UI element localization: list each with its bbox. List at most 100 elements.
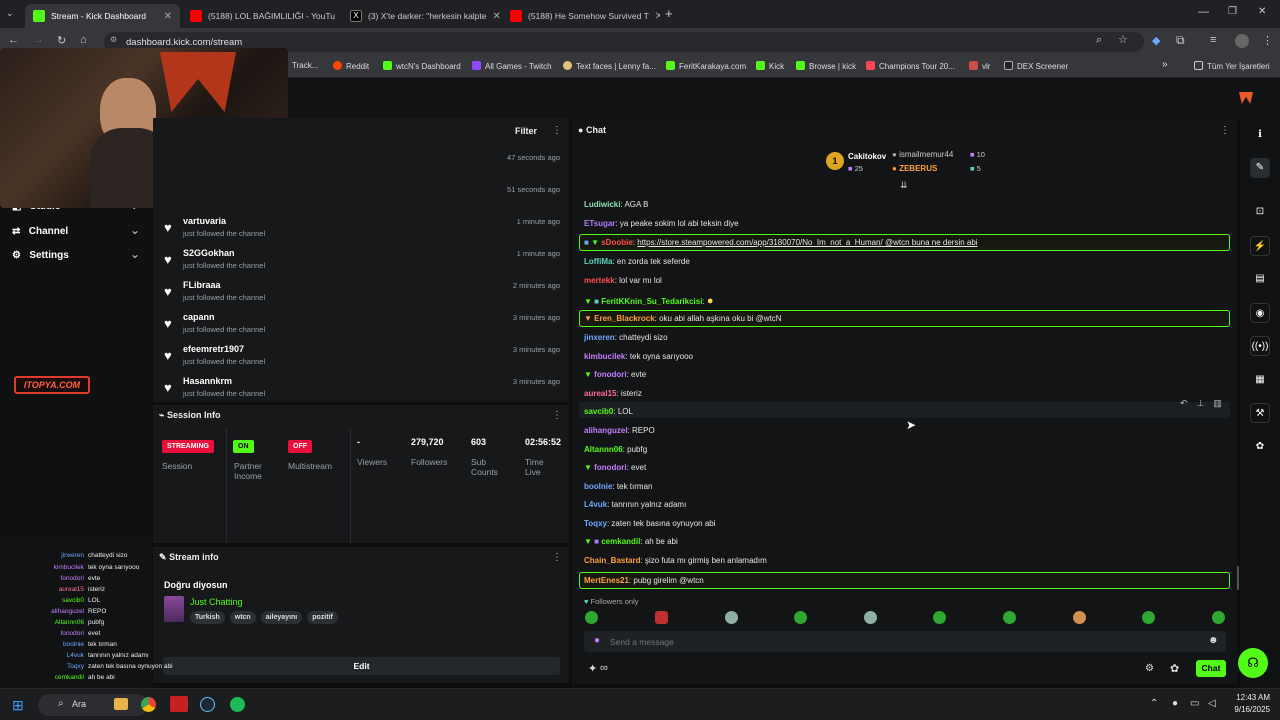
- bookmark-wtcn-dashboard[interactable]: wtcN's Dashboard: [383, 61, 461, 71]
- chat-username[interactable]: sDoobie: [601, 238, 633, 247]
- clipboard-icon[interactable]: ▤: [1250, 269, 1270, 289]
- microphone-tray-icon[interactable]: ●: [1172, 698, 1178, 709]
- nav-channel[interactable]: ⇄ Channel: [12, 226, 68, 237]
- steam-icon[interactable]: [200, 697, 215, 712]
- nav-settings[interactable]: ⚙ Settings: [12, 250, 69, 261]
- filter-button[interactable]: Filter: [515, 126, 537, 136]
- activity-username[interactable]: FLibraaa: [183, 280, 221, 290]
- chat-username[interactable]: MertEnes21: [584, 576, 629, 585]
- close-icon[interactable]: ✕: [158, 11, 172, 22]
- group-icon[interactable]: ✿: [1250, 437, 1270, 457]
- bookmark-champions-tour[interactable]: Champions Tour 20...: [866, 61, 955, 71]
- chevron-down-icon[interactable]: ⌄: [130, 247, 140, 261]
- bookmark-vlr[interactable]: vlr: [969, 61, 990, 71]
- emote-icon[interactable]: [1003, 611, 1016, 624]
- app-icon[interactable]: [170, 696, 188, 712]
- emote-icon[interactable]: [1142, 611, 1155, 624]
- activity-username[interactable]: capann: [183, 312, 215, 322]
- bookmark-browse-kick[interactable]: Browse | kick: [796, 61, 856, 71]
- windows-start-icon[interactable]: ⊞: [12, 697, 24, 714]
- tag[interactable]: aileyayını: [260, 611, 303, 624]
- tag[interactable]: pozitif: [307, 611, 338, 624]
- clock-date[interactable]: 9/16/2025: [1230, 705, 1270, 714]
- tab-kick-dashboard[interactable]: Stream - Kick Dashboard ✕: [25, 4, 180, 28]
- bookmark-dex-screener[interactable]: DEX Screener: [1004, 61, 1068, 71]
- spotify-icon[interactable]: [230, 697, 245, 712]
- volume-icon[interactable]: ◁: [1208, 698, 1216, 709]
- minimize-icon[interactable]: —: [1198, 6, 1209, 18]
- emote-icon[interactable]: [585, 611, 598, 624]
- category-link[interactable]: Just Chatting: [190, 597, 243, 607]
- menu-icon[interactable]: ⋮: [1262, 34, 1273, 47]
- tab-x[interactable]: X (3) X'te darker: "herkesin kalpte ✕: [342, 4, 500, 28]
- more-icon[interactable]: ⋮: [552, 552, 562, 563]
- chat-username[interactable]: kimbucilek: [584, 352, 625, 361]
- forward-icon[interactable]: →: [33, 34, 44, 46]
- more-icon[interactable]: ⋮: [552, 125, 562, 136]
- info-icon[interactable]: ℹ: [1250, 125, 1270, 145]
- chat-username[interactable]: jinxeren: [584, 333, 615, 342]
- bolt-icon[interactable]: ⚡: [1250, 236, 1270, 256]
- more-icon[interactable]: ⋮: [1220, 125, 1230, 136]
- chat-scrollbar[interactable]: [1237, 566, 1239, 590]
- chat-username[interactable]: savcib0: [584, 407, 613, 416]
- leaderboard-user[interactable]: ● ZEBERUS: [892, 164, 937, 173]
- monitor-icon[interactable]: ▭: [1190, 698, 1199, 709]
- multistream-status[interactable]: OFF: [288, 437, 312, 453]
- edit-icon[interactable]: ✎: [1250, 158, 1270, 178]
- chat-username[interactable]: FeritKKnin_Su_Tedarikcisi: [601, 297, 702, 306]
- emote-icon[interactable]: [655, 611, 668, 624]
- users-icon[interactable]: ✿: [1170, 662, 1179, 675]
- close-icon[interactable]: ✕: [649, 11, 660, 22]
- site-info-icon[interactable]: ⚙: [110, 35, 117, 44]
- infinity-icon[interactable]: ∞: [600, 662, 608, 674]
- layout-icon[interactable]: ▦: [1250, 370, 1270, 390]
- trash-icon[interactable]: ▥: [1213, 398, 1222, 409]
- back-icon[interactable]: ←: [8, 34, 19, 46]
- bookmark-feritkarakaya[interactable]: FeritKarakaya.com: [666, 61, 746, 71]
- puzzle-icon[interactable]: ⧉: [1176, 33, 1185, 48]
- chat-username[interactable]: ETsugar: [584, 219, 615, 228]
- tab-youtube-2[interactable]: (5188) He Somehow Survived T ✕: [502, 4, 660, 28]
- star-icon[interactable]: ☆: [1118, 33, 1128, 46]
- activity-username[interactable]: S2GGokhan: [183, 248, 235, 258]
- chat-username[interactable]: Ludiwicki: [584, 200, 620, 209]
- more-bookmarks-icon[interactable]: »: [1162, 59, 1168, 70]
- emote-icon[interactable]: [1212, 611, 1225, 624]
- tab-youtube-1[interactable]: (5188) LOL BAĞIMLILIĞI - YouTu ✕: [182, 4, 340, 28]
- tag[interactable]: Turkish: [190, 611, 225, 624]
- emote-icon[interactable]: [933, 611, 946, 624]
- bookmark-reddit[interactable]: Reddit: [333, 61, 369, 71]
- reload-icon[interactable]: ↻: [57, 34, 66, 47]
- chat-username[interactable]: Chain_Bastard: [584, 556, 640, 565]
- chat-username[interactable]: LoffiMa: [584, 257, 612, 266]
- help-chat-icon[interactable]: ☊: [1238, 648, 1268, 678]
- emote-icon[interactable]: [725, 611, 738, 624]
- chat-username[interactable]: Eren_Blackrock: [594, 314, 654, 323]
- tab-list-icon[interactable]: ⌄: [6, 8, 14, 19]
- chat-username[interactable]: fonodori: [594, 370, 626, 379]
- tray-chevron-icon[interactable]: ⌃: [1150, 698, 1158, 709]
- focus-icon[interactable]: ⊡: [1250, 202, 1270, 222]
- profile-avatar[interactable]: [1235, 34, 1249, 48]
- clock-time[interactable]: 12:43 AM: [1230, 693, 1270, 702]
- bookmark-lenny[interactable]: Text faces | Lenny fa...: [563, 61, 656, 71]
- emoji-icon[interactable]: ☻: [1208, 635, 1219, 646]
- activity-username[interactable]: Hasannkrm: [183, 376, 232, 386]
- taskbar-search[interactable]: ⌕ Ara: [38, 694, 148, 716]
- window-close-icon[interactable]: ✕: [1258, 6, 1266, 17]
- pin-icon[interactable]: ⊥: [1197, 398, 1205, 409]
- chat-link[interactable]: https://store.steampowered.com/app/31800…: [637, 238, 977, 247]
- activity-username[interactable]: vartuvaria: [183, 216, 226, 226]
- bits-icon[interactable]: ✦: [588, 662, 597, 675]
- chat-message-input[interactable]: [610, 634, 1190, 649]
- chat-username[interactable]: alihanguzel: [584, 426, 628, 435]
- close-icon[interactable]: ✕: [487, 11, 501, 22]
- zoom-icon[interactable]: ⌕: [1096, 34, 1102, 47]
- chat-username[interactable]: fonodori: [594, 463, 626, 472]
- chrome-icon[interactable]: [141, 697, 156, 712]
- bookmark-track[interactable]: Track...: [292, 61, 318, 70]
- home-icon[interactable]: ⌂: [80, 34, 87, 46]
- expand-icon[interactable]: ⇊: [900, 180, 908, 191]
- emote-icon[interactable]: [1073, 611, 1086, 624]
